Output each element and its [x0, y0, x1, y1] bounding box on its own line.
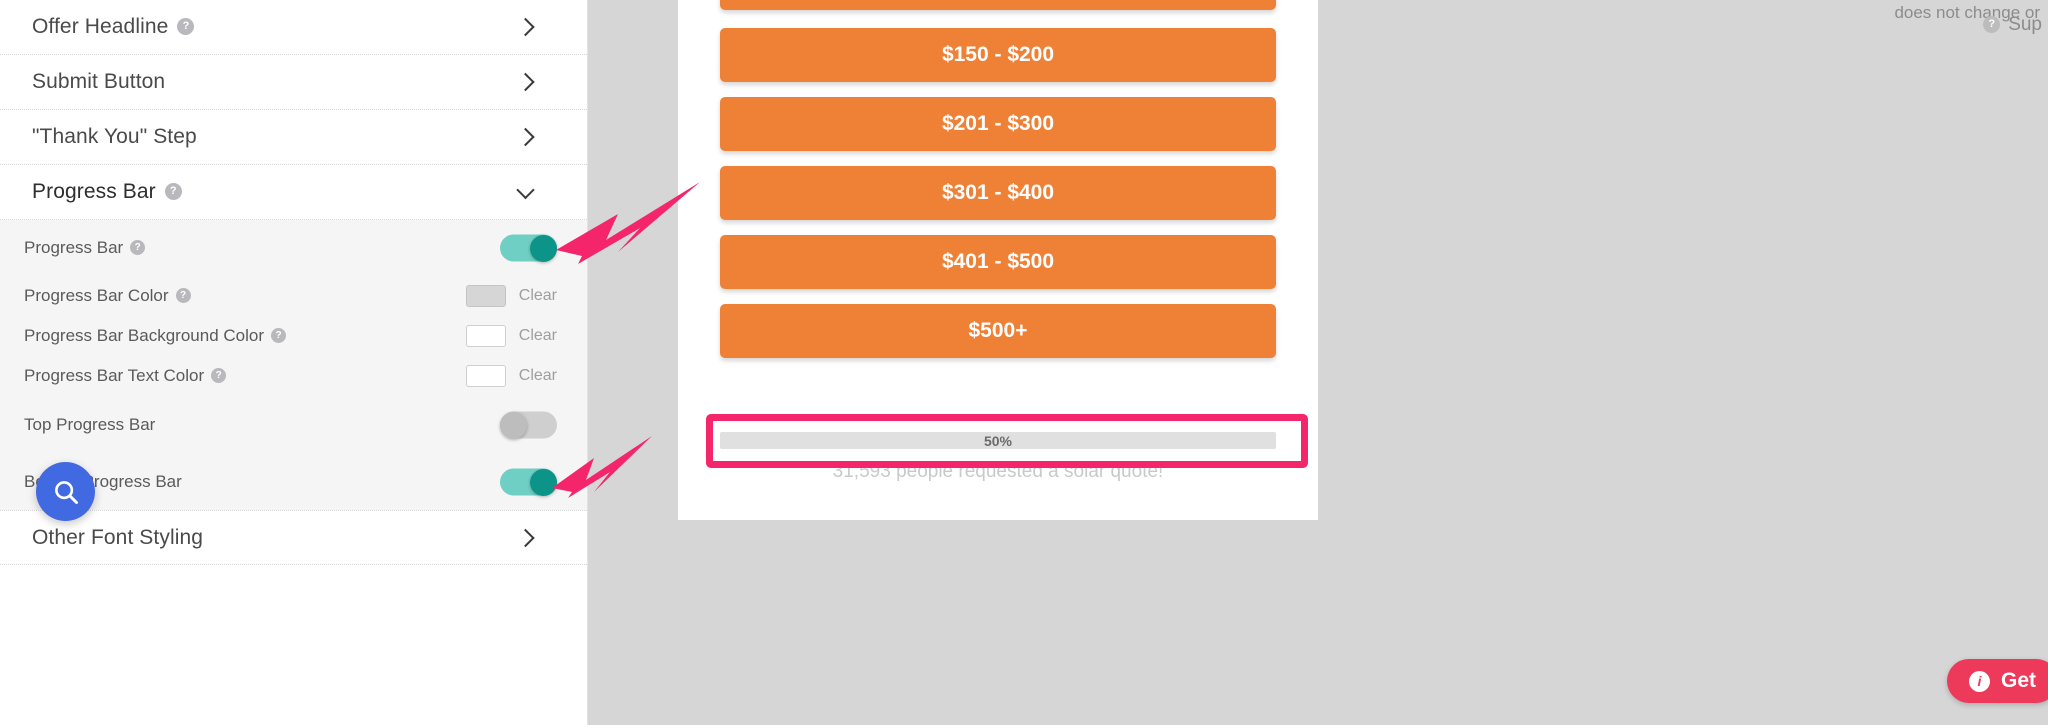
price-option-button[interactable]: $500+ — [720, 304, 1276, 358]
clear-link[interactable]: Clear — [519, 327, 557, 345]
search-fab-button[interactable] — [36, 462, 95, 521]
chevron-right-icon[interactable] — [516, 72, 535, 92]
accordion-label: "Thank You" Step — [32, 125, 197, 148]
price-option-label: $150 - $200 — [941, 43, 1055, 66]
progress-percent-label: 50% — [983, 432, 1013, 449]
accordion-label: Submit Button — [32, 70, 166, 93]
progress-bar-settings-panel: Progress Bar ? Progress Bar Color ? Clea… — [0, 220, 587, 510]
color-swatch-progress-bar-background-color[interactable] — [465, 325, 506, 347]
accordion-label: Other Font Styling — [32, 525, 204, 549]
accordion-item-submit-button[interactable]: Submit Button — [0, 55, 587, 110]
setting-control: Clear — [465, 365, 557, 387]
toggle-knob — [500, 411, 527, 439]
search-icon — [54, 480, 78, 504]
accordion-item-other-font-styling[interactable]: Other Font Styling — [0, 510, 587, 565]
setting-label: Progress Bar Background Color — [24, 326, 265, 345]
setting-label: Progress Bar — [24, 238, 124, 257]
price-option-label: $500+ — [968, 319, 1028, 342]
help-icon[interactable]: ? — [271, 327, 287, 343]
setting-control: Clear — [465, 325, 557, 347]
help-icon[interactable]: ? — [1983, 15, 2001, 33]
accordion-item-offer-headline[interactable]: Offer Headline ? — [0, 0, 587, 55]
clear-link[interactable]: Clear — [519, 287, 557, 305]
setting-label: Top Progress Bar — [24, 415, 156, 434]
preview-canvas: $150 - $200 $201 - $300 $301 - $400 $401… — [588, 0, 2048, 725]
settings-sidebar: Offer Headline ? Submit Button "Thank Yo… — [0, 0, 588, 725]
price-option-button[interactable]: $201 - $300 — [720, 97, 1276, 151]
support-link[interactable]: ? Sup — [1983, 14, 2042, 36]
chevron-right-icon[interactable] — [516, 528, 535, 547]
help-icon[interactable]: ? — [177, 17, 195, 35]
help-icon[interactable]: ? — [175, 287, 191, 303]
help-icon[interactable]: ? — [164, 182, 182, 200]
accordion-item-progress-bar[interactable]: Progress Bar ? — [0, 165, 587, 220]
support-label: Sup — [2008, 14, 2042, 35]
chevron-right-icon[interactable] — [516, 17, 535, 37]
setting-control: Clear — [465, 285, 557, 307]
price-option-button[interactable]: $301 - $400 — [720, 166, 1276, 220]
price-option-button[interactable]: $401 - $500 — [720, 235, 1276, 289]
price-option-button[interactable] — [720, 0, 1276, 10]
get-button[interactable]: i Get — [1946, 659, 2048, 703]
color-swatch-progress-bar-color[interactable] — [465, 285, 506, 307]
pink-arrow-icon-bottom — [552, 436, 652, 498]
setting-label: Progress Bar Color — [24, 286, 169, 305]
price-option-label: $301 - $400 — [941, 181, 1055, 204]
price-option-label: $401 - $500 — [941, 250, 1055, 273]
progress-bar-track: 50% — [720, 432, 1276, 449]
chevron-down-icon[interactable] — [516, 180, 535, 200]
help-icon[interactable]: ? — [130, 239, 146, 255]
setting-row-top-progress-bar: Top Progress Bar — [0, 396, 587, 454]
accordion-label: Offer Headline — [32, 15, 169, 38]
progress-caption: 31,593 people requested a solar quote! — [832, 461, 1164, 482]
landing-page-preview: $150 - $200 $201 - $300 $301 - $400 $401… — [678, 0, 1318, 520]
setting-row-progress-bar-text-color: Progress Bar Text Color ? Clear — [0, 356, 587, 396]
setting-row-progress-bar: Progress Bar ? — [0, 220, 587, 276]
progress-bar-widget: 50% 31,593 people requested a solar quot… — [720, 432, 1276, 483]
get-button-label: Get — [2000, 669, 2036, 692]
price-option-button[interactable]: $150 - $200 — [720, 28, 1276, 82]
setting-row-progress-bar-color: Progress Bar Color ? Clear — [0, 276, 587, 316]
price-option-label: $201 - $300 — [941, 112, 1055, 135]
accordion-item-thank-you-step[interactable]: "Thank You" Step — [0, 110, 587, 165]
clear-link[interactable]: Clear — [519, 367, 557, 385]
screen-root: Offer Headline ? Submit Button "Thank Yo… — [0, 0, 2048, 725]
setting-row-progress-bar-background-color: Progress Bar Background Color ? Clear — [0, 316, 587, 356]
color-swatch-progress-bar-text-color[interactable] — [465, 365, 506, 387]
chevron-right-icon[interactable] — [516, 127, 535, 147]
info-icon: i — [1968, 670, 1990, 692]
setting-label: Progress Bar Text Color — [24, 366, 205, 385]
pink-arrow-icon-top — [556, 182, 700, 264]
accordion-label: Progress Bar — [32, 180, 156, 203]
help-icon[interactable]: ? — [211, 367, 227, 383]
